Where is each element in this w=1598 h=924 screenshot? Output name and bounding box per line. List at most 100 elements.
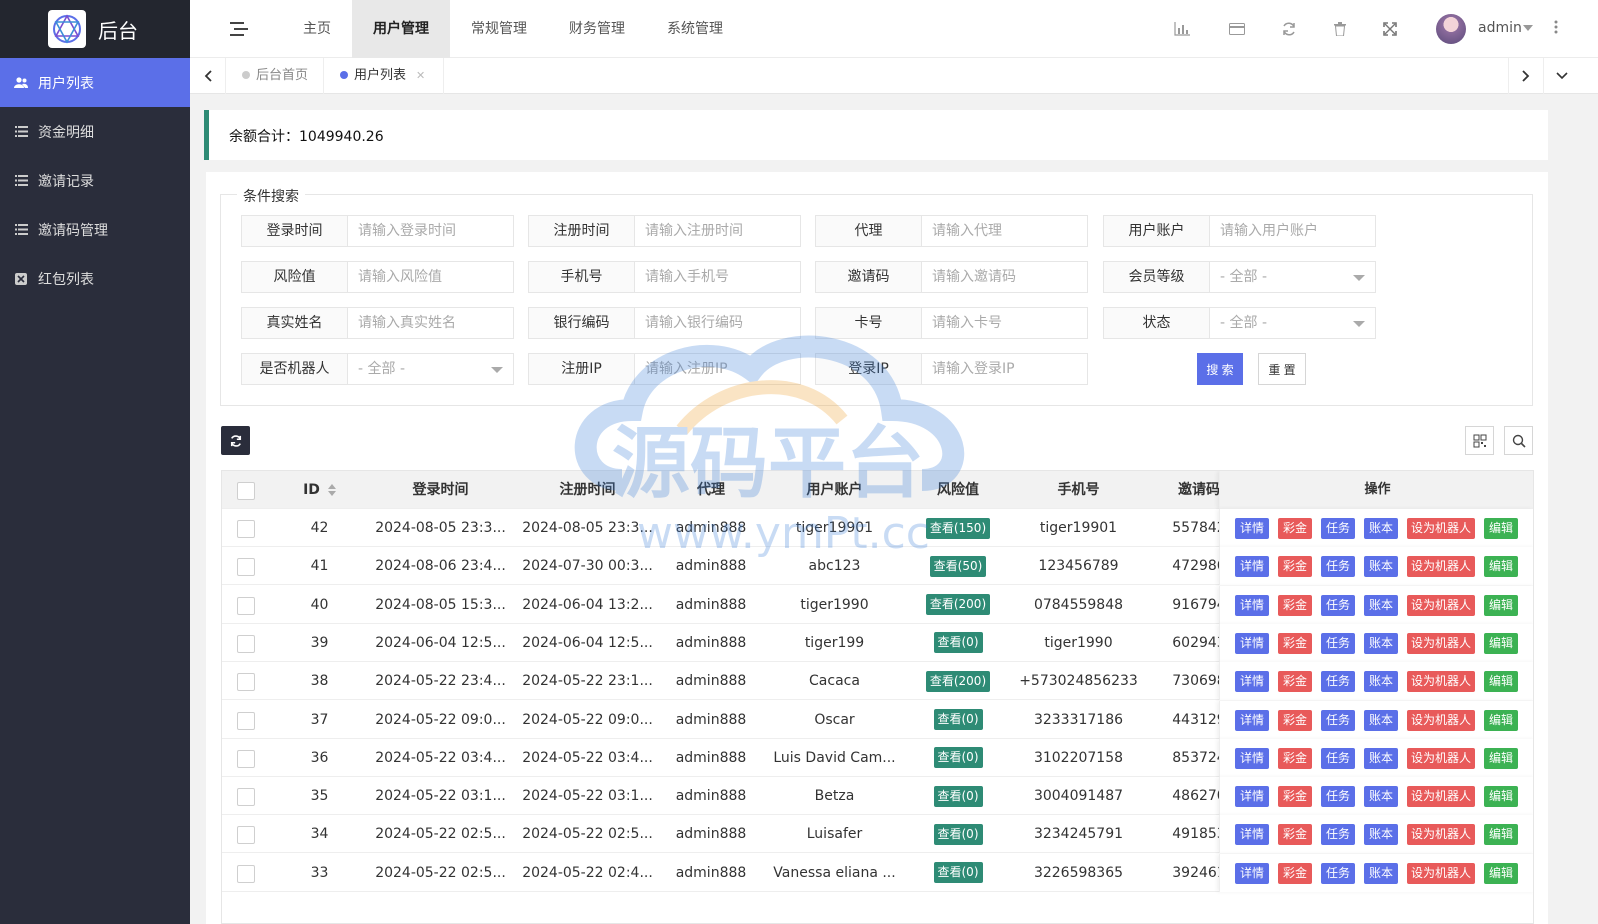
columns-toggle-button[interactable] [1465, 426, 1494, 455]
row-checkbox[interactable] [237, 634, 255, 653]
row-checkbox[interactable] [237, 558, 255, 577]
bonus-button[interactable]: 彩金 [1278, 747, 1312, 769]
card-number-input[interactable]: 请输入卡号 [922, 307, 1088, 339]
login-ip-input[interactable]: 请输入登录IP [922, 353, 1088, 385]
ledger-button[interactable]: 账本 [1364, 556, 1398, 578]
sidebar-item-redpacket[interactable]: 红包列表 [0, 254, 190, 303]
bonus-button[interactable]: 彩金 [1278, 709, 1312, 731]
set-robot-button[interactable]: 设为机器人 [1407, 556, 1475, 578]
row-checkbox[interactable] [237, 788, 255, 807]
sort-icon[interactable] [327, 484, 336, 496]
detail-button[interactable]: 详情 [1235, 594, 1269, 616]
task-button[interactable]: 任务 [1321, 786, 1355, 808]
ledger-button[interactable]: 账本 [1364, 632, 1398, 654]
task-button[interactable]: 任务 [1321, 594, 1355, 616]
set-robot-button[interactable]: 设为机器人 [1407, 862, 1475, 884]
risk-view-button[interactable]: 查看(0) [933, 747, 983, 769]
risk-view-button[interactable]: 查看(0) [933, 709, 983, 730]
card-icon[interactable] [1228, 20, 1246, 38]
edit-button[interactable]: 编辑 [1484, 671, 1518, 693]
row-checkbox[interactable] [237, 673, 255, 692]
search-button[interactable]: 搜 索 [1197, 353, 1243, 385]
edit-button[interactable]: 编辑 [1484, 747, 1518, 769]
set-robot-button[interactable]: 设为机器人 [1407, 671, 1475, 693]
agent-input[interactable]: 请输入代理 [922, 215, 1088, 247]
tabs-scroll-left-icon[interactable] [190, 58, 226, 94]
task-button[interactable]: 任务 [1321, 824, 1355, 846]
phone-input[interactable]: 请输入手机号 [635, 261, 801, 293]
set-robot-button[interactable]: 设为机器人 [1407, 518, 1475, 539]
set-robot-button[interactable]: 设为机器人 [1407, 709, 1475, 731]
task-button[interactable]: 任务 [1321, 518, 1355, 539]
logo[interactable]: 后台 [0, 0, 190, 58]
real-name-input[interactable]: 请输入真实姓名 [348, 307, 514, 339]
detail-button[interactable]: 详情 [1235, 786, 1269, 808]
detail-button[interactable]: 详情 [1235, 556, 1269, 578]
risk-view-button[interactable]: 查看(200) [925, 594, 991, 616]
task-button[interactable]: 任务 [1321, 556, 1355, 578]
fullscreen-icon[interactable] [1381, 20, 1399, 38]
trash-icon[interactable] [1331, 20, 1349, 38]
menu-toggle-icon[interactable] [230, 22, 248, 36]
edit-button[interactable]: 编辑 [1484, 556, 1518, 578]
edit-button[interactable]: 编辑 [1484, 786, 1518, 808]
table-search-button[interactable] [1504, 426, 1533, 455]
edit-button[interactable]: 编辑 [1484, 709, 1518, 731]
bonus-button[interactable]: 彩金 [1278, 518, 1312, 539]
close-icon[interactable]: ✕ [416, 69, 425, 82]
detail-button[interactable]: 详情 [1235, 671, 1269, 693]
set-robot-button[interactable]: 设为机器人 [1407, 632, 1475, 654]
table-refresh-button[interactable] [221, 426, 250, 455]
row-checkbox[interactable] [237, 596, 255, 615]
tab-general-management[interactable]: 常规管理 [450, 0, 548, 58]
set-robot-button[interactable]: 设为机器人 [1407, 786, 1475, 808]
ledger-button[interactable]: 账本 [1364, 747, 1398, 769]
risk-view-button[interactable]: 查看(0) [933, 823, 983, 845]
task-button[interactable]: 任务 [1321, 632, 1355, 654]
task-button[interactable]: 任务 [1321, 671, 1355, 693]
sidebar-item-invite-code[interactable]: 邀请码管理 [0, 205, 190, 254]
refresh-icon[interactable] [1280, 20, 1298, 38]
bonus-button[interactable]: 彩金 [1278, 824, 1312, 846]
tab-home[interactable]: 主页 [282, 0, 352, 58]
edit-button[interactable]: 编辑 [1484, 632, 1518, 654]
more-icon[interactable] [1554, 20, 1558, 38]
invite-code-input[interactable]: 请输入邀请码 [922, 261, 1088, 293]
row-checkbox[interactable] [237, 864, 255, 883]
risk-view-button[interactable]: 查看(50) [929, 555, 987, 577]
sidebar-item-fund-detail[interactable]: 资金明细 [0, 107, 190, 156]
tabs-dropdown-icon[interactable] [1544, 58, 1580, 94]
bonus-button[interactable]: 彩金 [1278, 556, 1312, 578]
tab-user-management[interactable]: 用户管理 [352, 0, 450, 58]
status-select[interactable]: - 全部 - [1210, 307, 1376, 339]
bank-code-input[interactable]: 请输入银行编码 [635, 307, 801, 339]
detail-button[interactable]: 详情 [1235, 709, 1269, 731]
risk-view-button[interactable]: 查看(0) [933, 862, 983, 884]
reset-button[interactable]: 重 置 [1258, 353, 1306, 385]
risk-view-button[interactable]: 查看(0) [933, 632, 983, 654]
ledger-button[interactable]: 账本 [1364, 594, 1398, 616]
row-checkbox[interactable] [237, 826, 255, 845]
risk-view-button[interactable]: 查看(150) [925, 517, 991, 539]
member-level-select[interactable]: - 全部 - [1210, 261, 1376, 293]
risk-view-button[interactable]: 查看(0) [933, 785, 983, 807]
tab-finance-management[interactable]: 财务管理 [548, 0, 646, 58]
chevron-down-icon[interactable] [1523, 25, 1533, 31]
sidebar-item-invite-records[interactable]: 邀请记录 [0, 156, 190, 205]
detail-button[interactable]: 详情 [1235, 632, 1269, 654]
bonus-button[interactable]: 彩金 [1278, 632, 1312, 654]
risk-input[interactable]: 请输入风险值 [348, 261, 514, 293]
ledger-button[interactable]: 账本 [1364, 671, 1398, 693]
user-account-input[interactable]: 请输入用户账户 [1210, 215, 1376, 247]
detail-button[interactable]: 详情 [1235, 862, 1269, 884]
select-all-checkbox[interactable] [237, 482, 255, 500]
avatar[interactable] [1436, 14, 1466, 44]
set-robot-button[interactable]: 设为机器人 [1407, 824, 1475, 846]
row-checkbox[interactable] [237, 711, 255, 730]
bonus-button[interactable]: 彩金 [1278, 671, 1312, 693]
edit-button[interactable]: 编辑 [1484, 862, 1518, 884]
task-button[interactable]: 任务 [1321, 747, 1355, 769]
page-tab-home[interactable]: 后台首页 [226, 58, 324, 94]
task-button[interactable]: 任务 [1321, 709, 1355, 731]
detail-button[interactable]: 详情 [1235, 747, 1269, 769]
